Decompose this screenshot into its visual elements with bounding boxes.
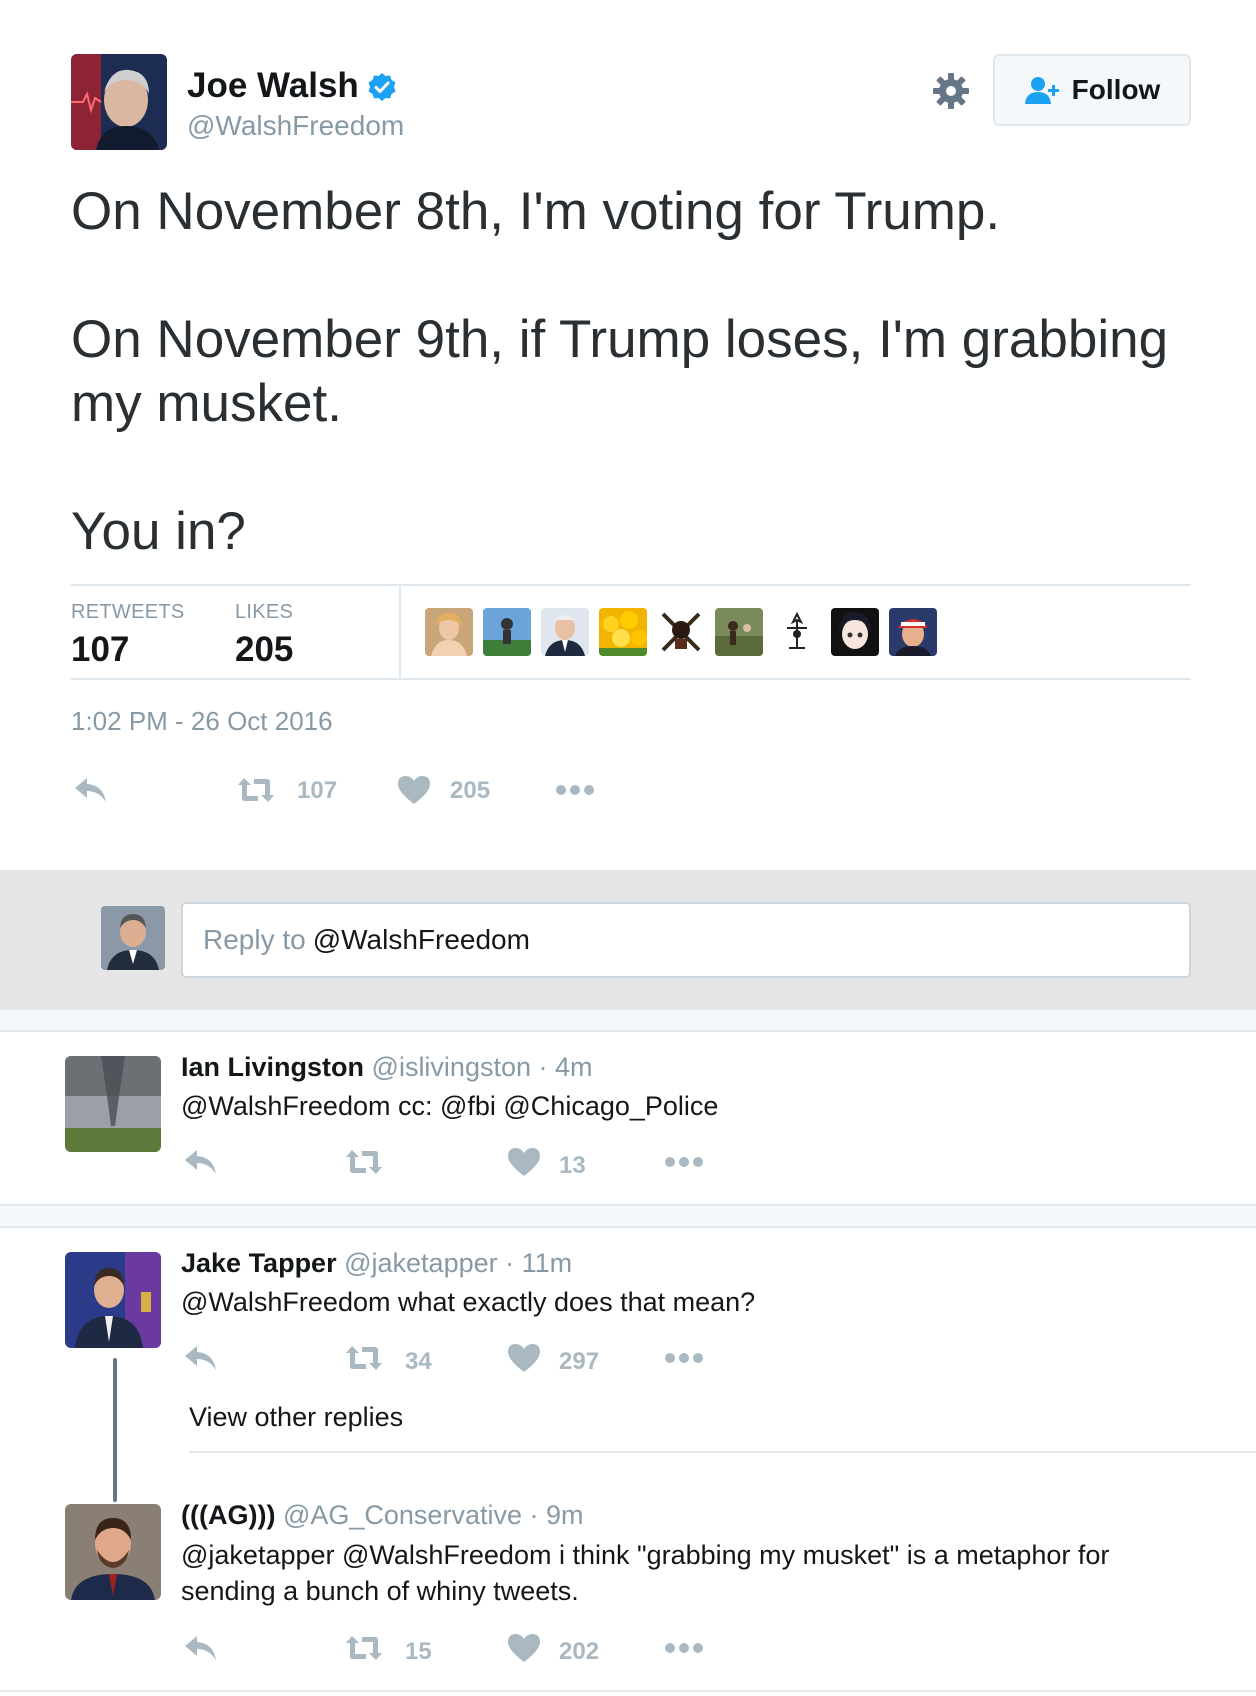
reply-time[interactable]: 11m [522, 1248, 573, 1278]
reply-author-handle[interactable]: @jaketapper [344, 1248, 498, 1278]
retweet-count: 15 [405, 1638, 432, 1665]
current-user-avatar[interactable] [101, 906, 165, 970]
heart-icon[interactable] [506, 1632, 542, 1664]
reply-dot: · [538, 1052, 548, 1082]
liker-avatar[interactable] [773, 608, 821, 656]
reply-text: @WalshFreedom what exactly does that mea… [181, 1287, 756, 1317]
liker-avatar[interactable] [715, 608, 763, 656]
author-avatar[interactable] [71, 54, 167, 150]
reply-avatar[interactable] [65, 1252, 161, 1348]
add-user-icon [1024, 75, 1062, 105]
author-handle[interactable]: @WalshFreedom [187, 110, 404, 142]
section-gap [0, 1010, 1256, 1030]
tweet-text-line-3: my musket. [71, 374, 342, 433]
divider [0, 1030, 1256, 1032]
reply-icon[interactable] [73, 774, 109, 806]
reply-author-name[interactable]: (((AG))) [181, 1500, 275, 1530]
reply-dot: · [505, 1248, 515, 1278]
follow-button[interactable]: Follow [993, 54, 1191, 126]
follow-label: Follow [1071, 74, 1161, 105]
reply-text-line-2: sending a bunch of whiny tweets. [181, 1576, 579, 1606]
liker-avatar[interactable] [425, 608, 473, 656]
tweet-text-line-4: You in? [71, 502, 246, 561]
heart-icon[interactable] [506, 1342, 542, 1374]
reply-input[interactable]: Reply to @WalshFreedom [181, 902, 1191, 978]
more-icon[interactable] [555, 774, 595, 806]
section-gap [0, 1206, 1256, 1226]
reply-text: @WalshFreedom cc: @fbi @Chicago_Police [181, 1091, 719, 1121]
reply-author-name[interactable]: Jake Tapper [181, 1248, 337, 1278]
more-icon[interactable] [664, 1632, 704, 1664]
reply-icon[interactable] [183, 1632, 219, 1664]
likes-count[interactable]: 205 [235, 630, 293, 670]
reply-dot: · [529, 1500, 539, 1530]
reply-author-handle[interactable]: @AG_Conservative [283, 1500, 522, 1530]
divider [0, 1690, 1256, 1692]
reply-header: (((AG))) @AG_Conservative · 9m [181, 1500, 584, 1531]
divider [0, 1226, 1256, 1228]
reply-header: Jake Tapper @jaketapper · 11m [181, 1248, 572, 1279]
liker-avatar[interactable] [657, 608, 705, 656]
retweets-count[interactable]: 107 [71, 630, 129, 670]
liker-avatar[interactable] [889, 608, 937, 656]
reply-time[interactable]: 9m [546, 1500, 584, 1530]
reply-avatar[interactable] [65, 1056, 161, 1152]
retweets-label: RETWEETS [71, 601, 185, 623]
heart-icon[interactable] [396, 774, 432, 806]
retweet-icon[interactable] [344, 1342, 384, 1374]
like-count: 297 [559, 1348, 600, 1375]
reply-icon[interactable] [183, 1146, 219, 1178]
reply-avatar[interactable] [65, 1504, 161, 1600]
reply-time[interactable]: 4m [555, 1052, 593, 1082]
tweet-text-line-1: On November 8th, I'm voting for Trump. [71, 182, 1001, 241]
liker-avatar[interactable] [483, 608, 531, 656]
gear-icon[interactable] [930, 70, 972, 112]
divider [189, 1451, 1256, 1453]
like-count: 13 [559, 1152, 586, 1179]
author-name-text[interactable]: Joe Walsh [187, 66, 359, 106]
divider [399, 586, 401, 678]
author-name[interactable]: Joe Walsh [187, 66, 397, 106]
retweet-count: 34 [405, 1348, 432, 1375]
liker-avatar[interactable] [599, 608, 647, 656]
reply-header: Ian Livingston @islivingston · 4m [181, 1052, 593, 1083]
more-icon[interactable] [664, 1146, 704, 1178]
like-count: 205 [450, 777, 491, 804]
tweet-text-line-2: On November 9th, if Trump loses, I'm gra… [71, 310, 1169, 369]
thread-connector [113, 1358, 117, 1502]
likes-label: LIKES [235, 601, 294, 623]
tweet-timestamp[interactable]: 1:02 PM - 26 Oct 2016 [71, 706, 333, 737]
retweet-count: 107 [297, 777, 338, 804]
reply-text-line-1: @jaketapper @WalshFreedom i think "grabb… [181, 1540, 1110, 1570]
reply-placeholder: Reply to [203, 924, 306, 955]
reply-author-name[interactable]: Ian Livingston [181, 1052, 364, 1082]
verified-icon [367, 71, 397, 101]
liker-avatar[interactable] [541, 608, 589, 656]
like-count: 202 [559, 1638, 600, 1665]
reply-icon[interactable] [183, 1342, 219, 1374]
retweet-icon[interactable] [344, 1632, 384, 1664]
view-other-replies-link[interactable]: View other replies [189, 1402, 403, 1433]
more-icon[interactable] [664, 1342, 704, 1374]
divider [71, 678, 1191, 680]
reply-author-handle[interactable]: @islivingston [372, 1052, 531, 1082]
reply-placeholder-handle: @WalshFreedom [312, 924, 530, 955]
retweet-icon[interactable] [344, 1146, 384, 1178]
heart-icon[interactable] [506, 1146, 542, 1178]
retweet-icon[interactable] [236, 774, 276, 806]
divider [71, 584, 1191, 586]
liker-avatar[interactable] [831, 608, 879, 656]
